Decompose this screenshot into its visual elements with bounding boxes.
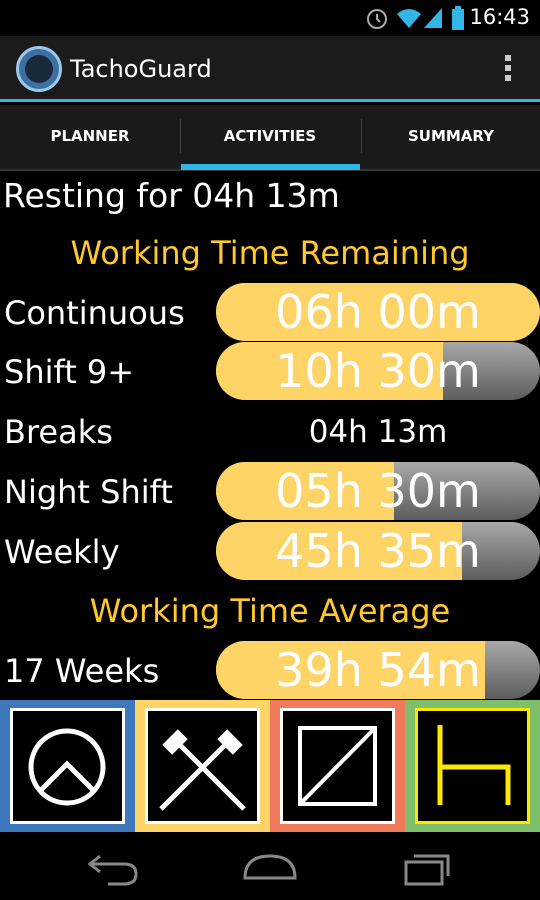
slashed-square-icon <box>298 726 377 806</box>
action-bar: TachoGuard <box>0 36 540 102</box>
night-shift-label: Night Shift <box>4 473 173 511</box>
average-heading: Working Time Average <box>89 592 451 630</box>
resting-status: Resting for 04h 13m <box>3 176 340 215</box>
battery-icon <box>452 6 464 30</box>
tab-planner[interactable]: PLANNER <box>0 105 180 169</box>
home-icon[interactable] <box>235 842 305 890</box>
availability-button[interactable] <box>270 700 405 832</box>
navigation-bar <box>0 832 540 900</box>
activity-bar <box>0 700 540 832</box>
tab-activities[interactable]: ACTIVITIES <box>180 105 360 169</box>
breaks-label: Breaks <box>4 413 113 451</box>
overflow-menu-icon[interactable] <box>500 52 516 86</box>
back-icon[interactable] <box>78 842 148 890</box>
weekly-bar: 45h 35m <box>216 522 540 580</box>
remaining-heading: Working Time Remaining <box>70 234 470 272</box>
continuous-value: 06h 00m <box>275 285 481 339</box>
status-time: 16:43 <box>469 5 530 29</box>
recent-apps-icon[interactable] <box>392 842 462 890</box>
wifi-icon <box>397 9 421 28</box>
signal-icon <box>424 8 442 28</box>
weeks17-label: 17 Weeks <box>4 652 160 690</box>
tab-indicator <box>181 164 360 170</box>
weekly-value: 45h 35m <box>275 524 481 578</box>
status-bar: 16:43 <box>0 0 540 36</box>
continuous-bar: 06h 00m <box>216 283 540 341</box>
shift-bar: 10h 30m <box>216 342 540 400</box>
continuous-label: Continuous <box>4 294 185 332</box>
bed-icon <box>28 728 106 806</box>
alarm-icon <box>367 9 387 29</box>
tab-summary[interactable]: SUMMARY <box>361 105 540 169</box>
app-logo <box>16 46 62 92</box>
work-button[interactable] <box>135 700 270 832</box>
rest-button[interactable] <box>0 700 135 832</box>
weeks17-value: 39h 54m <box>275 643 481 697</box>
shift-label: Shift 9+ <box>4 353 135 391</box>
app-title: TachoGuard <box>70 55 212 83</box>
tab-bar: PLANNER ACTIVITIES SUMMARY <box>0 105 540 171</box>
breaks-value: 04h 13m <box>308 414 448 450</box>
driving-button[interactable] <box>405 700 540 832</box>
shift-value: 10h 30m <box>275 344 481 398</box>
crossed-hammers-icon <box>159 729 246 811</box>
night-shift-value: 05h 30m <box>275 464 481 518</box>
steering-wheel-icon <box>437 725 511 805</box>
night-shift-bar: 05h 30m <box>216 462 540 520</box>
weeks17-bar: 39h 54m <box>216 641 540 699</box>
weekly-label: Weekly <box>4 533 120 571</box>
